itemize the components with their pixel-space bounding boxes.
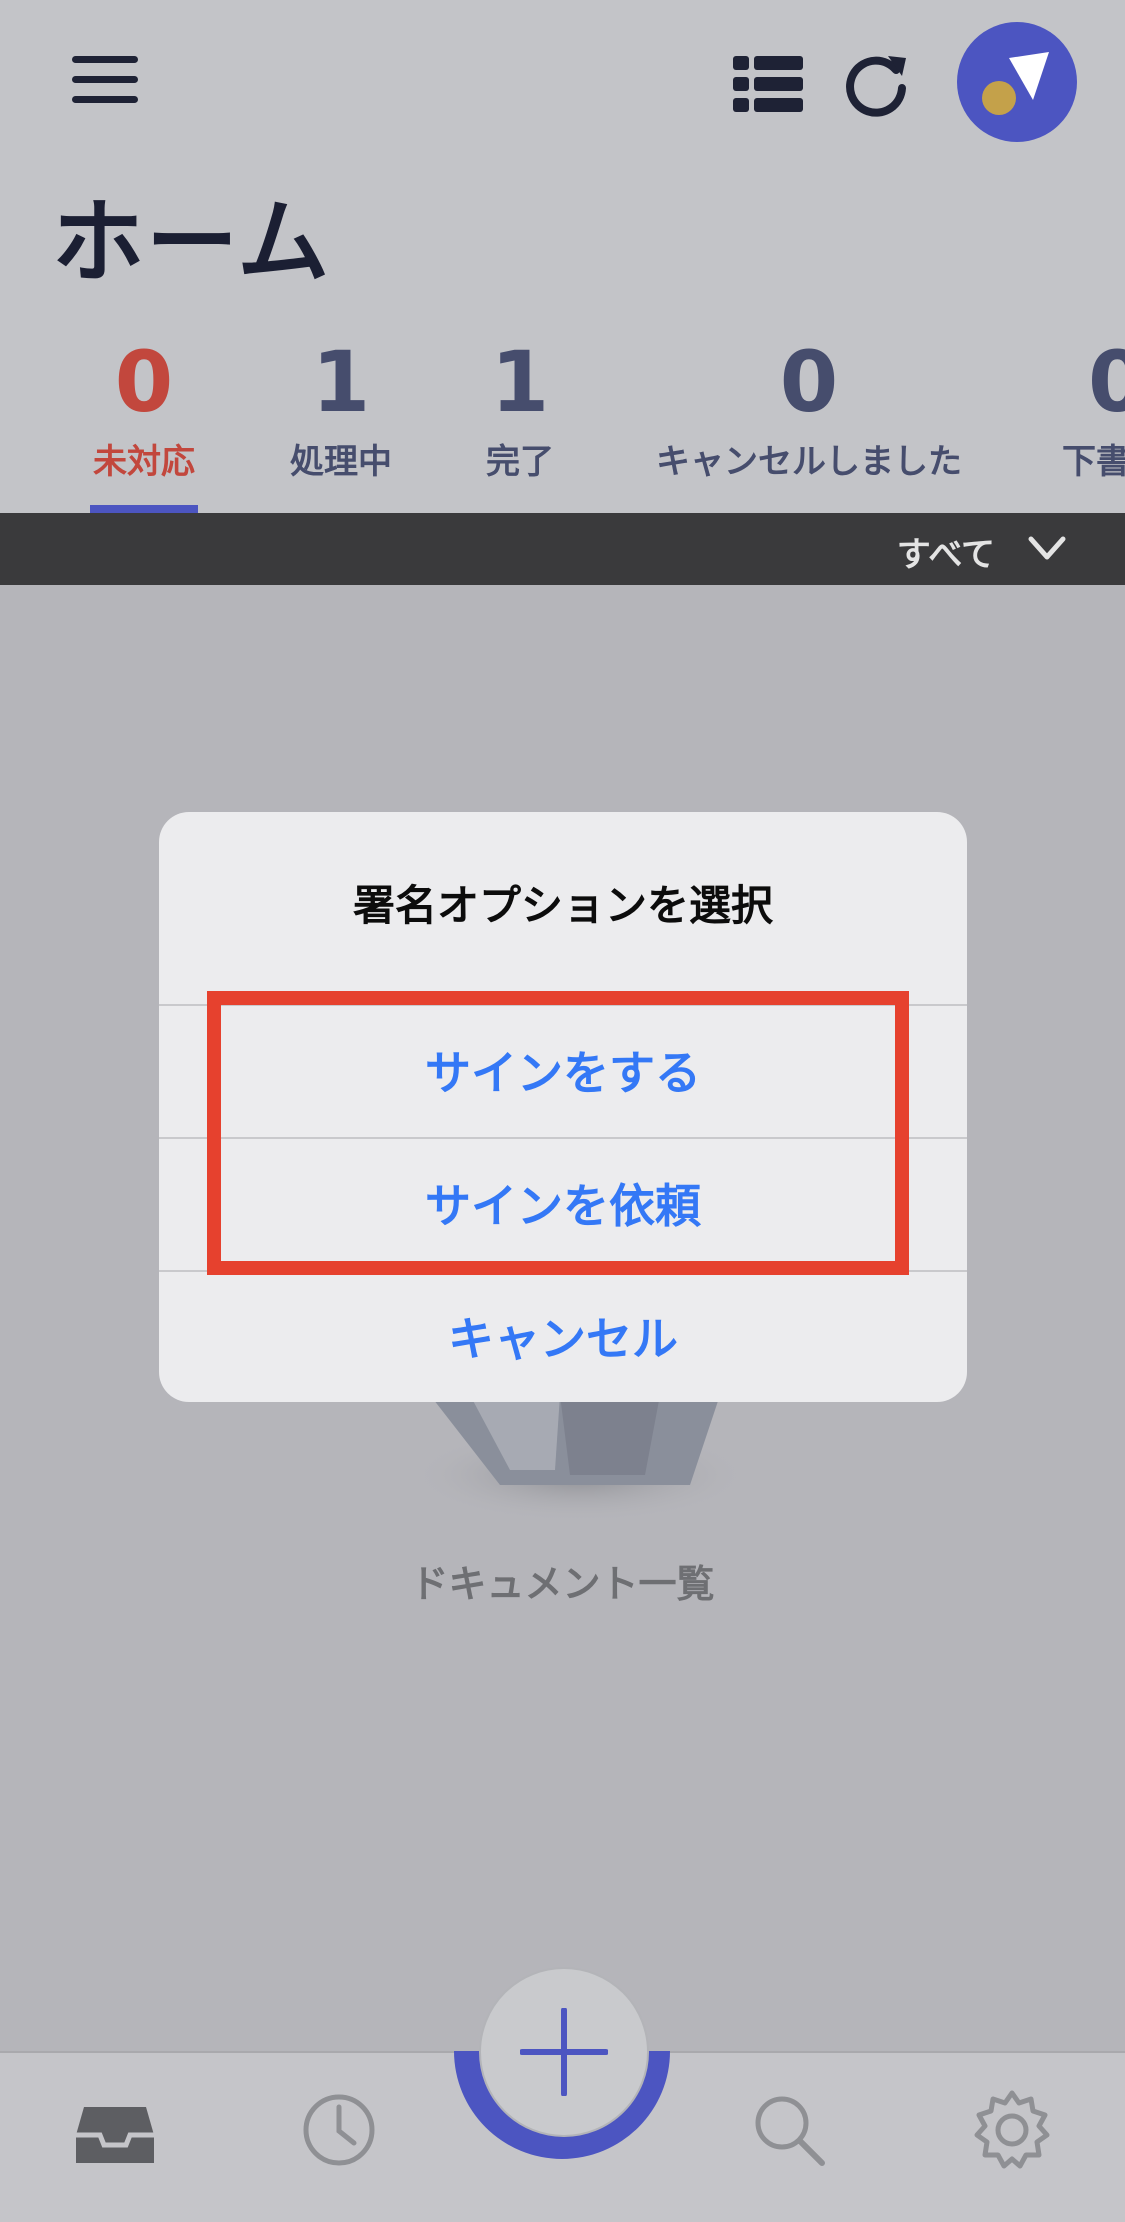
tab-label: キャンセルしました bbox=[656, 442, 962, 482]
tab-label: 処理中 bbox=[290, 442, 392, 482]
add-icon bbox=[520, 2008, 608, 2096]
tab-count: 1 bbox=[311, 333, 371, 431]
app-screen: ホーム 0 未対応 1 処理中 1 完了 0 キャンセルしました 0 下書 すべ… bbox=[0, 0, 1125, 2222]
menu-icon[interactable] bbox=[72, 50, 142, 110]
tab-count: 0 bbox=[1088, 336, 1125, 431]
add-button[interactable] bbox=[479, 1967, 649, 2137]
list-view-icon[interactable] bbox=[723, 40, 813, 130]
tab-count: 0 bbox=[779, 333, 839, 431]
header: ホーム 0 未対応 1 処理中 1 完了 0 キャンセルしました 0 下書 bbox=[0, 0, 1125, 513]
search-icon[interactable] bbox=[744, 2085, 834, 2175]
app-logo-icon bbox=[982, 52, 1049, 115]
tab-label: 下書 bbox=[1062, 442, 1125, 482]
tab-cancelled[interactable]: 0 キャンセルしました bbox=[648, 336, 970, 483]
history-icon[interactable] bbox=[294, 2085, 384, 2175]
tab-count: 1 bbox=[490, 333, 550, 431]
tab-pending[interactable]: 0 未対応 bbox=[86, 336, 202, 483]
active-tab-indicator bbox=[90, 505, 198, 513]
tab-label: 完了 bbox=[486, 442, 554, 482]
settings-icon[interactable] bbox=[967, 2085, 1057, 2175]
chevron-down-icon bbox=[1028, 536, 1066, 560]
page-title: ホーム bbox=[52, 189, 332, 296]
tab-in-progress[interactable]: 1 処理中 bbox=[279, 336, 403, 483]
highlight-annotation-box bbox=[207, 991, 909, 1275]
avatar[interactable] bbox=[957, 22, 1077, 142]
tab-drafts[interactable]: 0 下書 bbox=[1062, 336, 1125, 483]
inbox-icon[interactable] bbox=[70, 2085, 160, 2175]
empty-state-caption: ドキュメント一覧 bbox=[410, 1562, 715, 1606]
tab-label: 未対応 bbox=[93, 442, 195, 482]
tab-completed[interactable]: 1 完了 bbox=[478, 336, 562, 483]
dialog-title: 署名オプションを選択 bbox=[352, 881, 773, 930]
filter-bar[interactable]: すべて bbox=[0, 513, 1125, 585]
filter-label: すべて bbox=[896, 535, 995, 575]
cancel-button[interactable]: キャンセル bbox=[159, 1271, 967, 1401]
tab-count: 0 bbox=[114, 333, 174, 431]
refresh-icon[interactable] bbox=[832, 40, 922, 130]
